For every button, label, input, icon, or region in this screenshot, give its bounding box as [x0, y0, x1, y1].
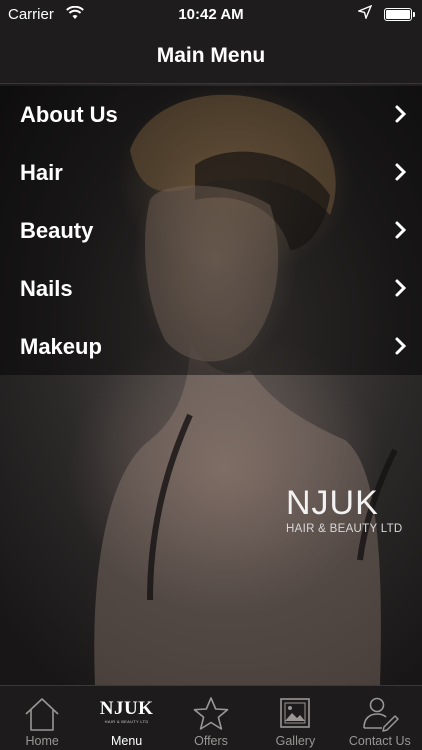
tab-offers[interactable]: Offers [169, 686, 253, 750]
battery-icon [384, 8, 415, 21]
menu-item-nails[interactable]: Nails [0, 260, 422, 318]
menu-item-label: Nails [20, 276, 73, 301]
njuk-logo-icon: NJUK [99, 698, 154, 719]
tab-gallery[interactable]: Gallery [253, 686, 337, 750]
tab-label: Menu [110, 734, 143, 748]
star-icon [193, 697, 229, 730]
tab-bar: Home NJUK HAIR & BEAUTY LTD Menu Offers … [0, 685, 422, 750]
chevron-right-icon [395, 279, 407, 297]
chevron-right-icon [395, 105, 407, 123]
chevron-right-icon [395, 221, 407, 239]
brand-name: NJUK [286, 484, 379, 522]
menu-item-label: Makeup [20, 334, 102, 359]
brand-logo: NJUK HAIR & BEAUTY LTD [286, 484, 403, 535]
location-arrow-icon [356, 4, 373, 22]
brand-subtitle: HAIR & BEAUTY LTD [286, 523, 403, 535]
tab-label: Gallery [275, 734, 316, 748]
tab-contact-us[interactable]: Contact Us [338, 686, 422, 750]
tab-home[interactable]: Home [0, 686, 84, 750]
menu-item-hair[interactable]: Hair [0, 144, 422, 202]
status-bar: Carrier 10:42 AM [0, 0, 422, 30]
tab-label: Home [25, 734, 59, 748]
tab-label: Contact Us [348, 734, 411, 748]
page-title: Main Menu [156, 44, 266, 67]
menu-item-makeup[interactable]: Makeup [0, 318, 422, 376]
tab-menu[interactable]: NJUK HAIR & BEAUTY LTD Menu [84, 686, 168, 750]
navigation-bar: Main Menu [0, 30, 422, 84]
picture-icon [280, 698, 311, 728]
contact-person-icon [363, 697, 399, 732]
njuk-logo-subtitle: HAIR & BEAUTY LTD [104, 719, 149, 724]
chevron-right-icon [395, 337, 407, 355]
menu-item-about-us[interactable]: About Us [0, 86, 422, 144]
chevron-right-icon [395, 163, 407, 181]
menu-item-label: Hair [20, 160, 63, 185]
tab-label: Offers [194, 734, 228, 748]
menu-item-label: Beauty [20, 218, 94, 243]
main-menu-list: About Us Hair Beauty Nails Makeup [0, 86, 422, 375]
house-icon [25, 698, 59, 731]
menu-item-label: About Us [20, 102, 118, 127]
menu-item-beauty[interactable]: Beauty [0, 202, 422, 260]
